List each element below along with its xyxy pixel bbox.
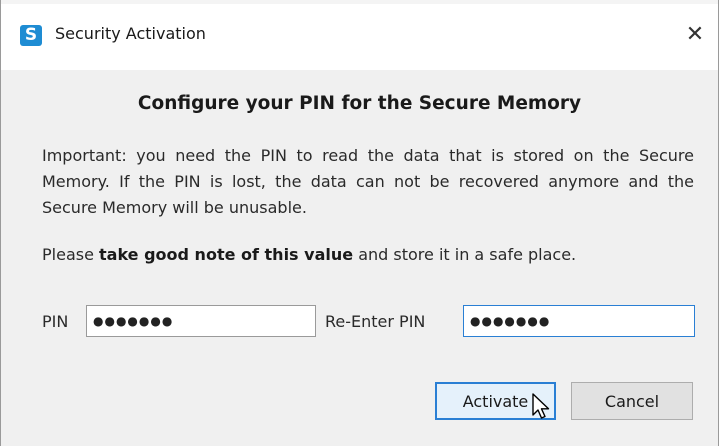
cancel-button[interactable]: Cancel [571,382,693,420]
important-notice: Important: you need the PIN to read the … [42,146,694,217]
reenter-pin-label: Re-Enter PIN [325,312,426,331]
note-emphasis: take good note of this value [99,245,354,264]
note-suffix: and store it in a safe place. [353,245,577,264]
close-icon[interactable]: ✕ [677,18,713,52]
reenter-pin-input[interactable] [463,305,695,337]
note-text: Please take good note of this value and … [42,242,694,268]
window-top-edge [1,0,718,4]
app-logo-icon: S [20,25,42,46]
window-title: Security Activation [55,24,206,43]
dialog-heading: Configure your PIN for the Secure Memory [137,93,582,114]
pin-input[interactable] [86,305,316,337]
security-activation-dialog: S Security Activation ✕ Configure your P… [0,0,719,446]
pin-label: PIN [42,312,69,331]
mouse-pointer-icon [532,393,550,419]
note-prefix: Please [42,245,100,264]
title-bar: S Security Activation ✕ [1,0,718,70]
